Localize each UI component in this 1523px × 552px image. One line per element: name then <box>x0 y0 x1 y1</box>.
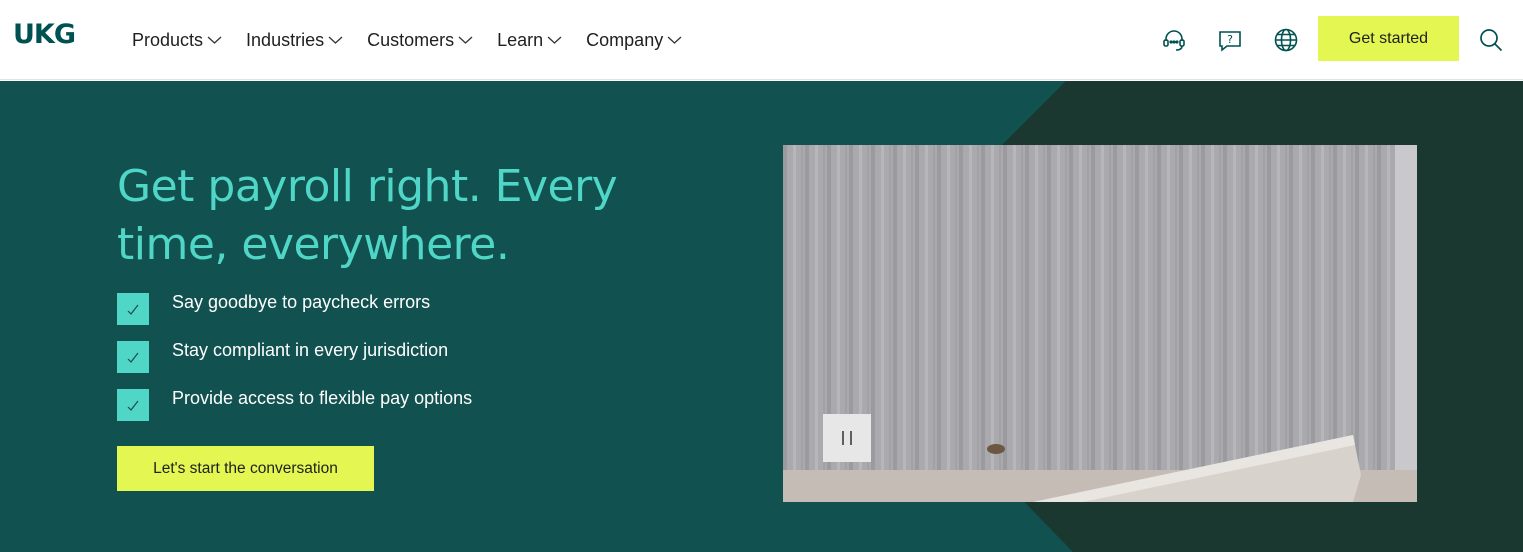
bullet-text: Stay compliant in every jurisdiction <box>172 339 449 360</box>
checkmark-icon <box>117 389 149 421</box>
chevron-down-icon <box>328 35 343 45</box>
main-nav: Products Industries Customers Learn Comp… <box>132 0 706 80</box>
nav-item-label: Company <box>586 29 664 50</box>
chevron-down-icon <box>458 35 473 45</box>
site-header: UKG Products Industries Customers Learn … <box>0 0 1523 80</box>
nav-item-label: Industries <box>246 29 325 50</box>
search-icon[interactable] <box>1477 26 1505 54</box>
checkmark-icon <box>117 293 149 325</box>
hero-section: Get payroll right. Every time, everywher… <box>0 81 1523 552</box>
hero-bullet-list: Say goodbye to paycheck errors Stay comp… <box>117 291 473 437</box>
list-item: Provide access to flexible pay options <box>117 387 473 421</box>
svg-text:?: ? <box>1227 33 1233 46</box>
chevron-down-icon <box>547 35 562 45</box>
video-frame-image <box>783 145 1417 502</box>
pause-icon <box>842 431 852 445</box>
chevron-down-icon <box>207 35 222 45</box>
checkmark-icon <box>117 341 149 373</box>
nav-item-label: Products <box>132 29 204 50</box>
nav-item-label: Customers <box>367 29 455 50</box>
start-conversation-button[interactable]: Let's start the conversation <box>117 446 374 491</box>
hero-video[interactable] <box>783 145 1417 502</box>
list-item: Say goodbye to paycheck errors <box>117 291 472 325</box>
nav-item-company[interactable]: Company <box>586 30 682 51</box>
bullet-text: Say goodbye to paycheck errors <box>172 291 431 312</box>
nav-item-label: Learn <box>497 29 544 50</box>
nav-item-products[interactable]: Products <box>132 30 222 51</box>
get-started-button[interactable]: Get started <box>1318 16 1459 61</box>
bullet-text: Provide access to flexible pay options <box>172 387 473 408</box>
list-item: Stay compliant in every jurisdiction <box>117 339 472 373</box>
pause-button[interactable] <box>823 414 871 462</box>
nav-item-industries[interactable]: Industries <box>246 30 343 51</box>
chevron-down-icon <box>667 35 682 45</box>
nav-item-customers[interactable]: Customers <box>367 30 473 51</box>
hero-headline: Get payroll right. Every time, everywher… <box>117 161 618 270</box>
headset-icon[interactable] <box>1160 26 1188 54</box>
help-chat-icon[interactable]: ? <box>1216 26 1244 54</box>
globe-icon[interactable] <box>1272 26 1300 54</box>
ukg-logo[interactable]: UKG <box>13 21 76 48</box>
nav-item-learn[interactable]: Learn <box>497 30 562 51</box>
